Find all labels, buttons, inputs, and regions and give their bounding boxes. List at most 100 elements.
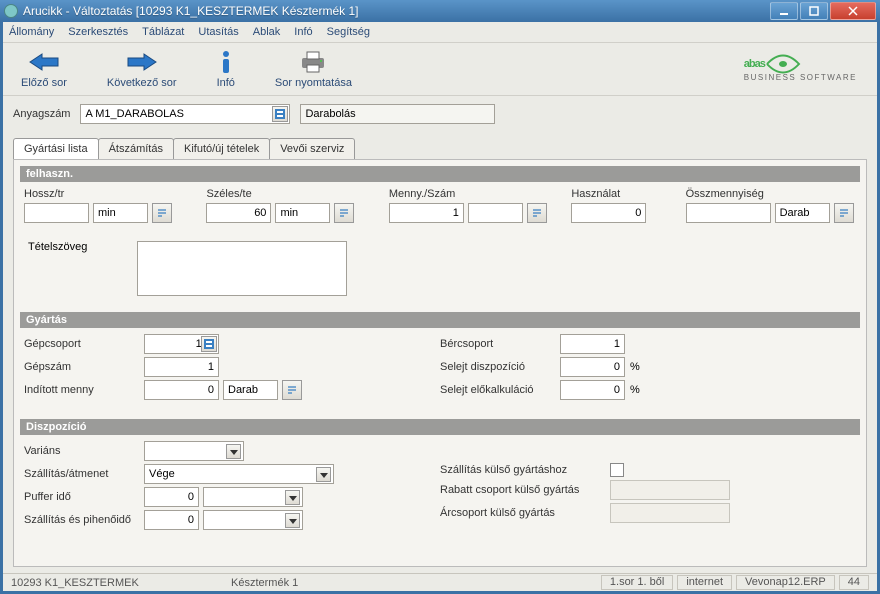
menu-allomany[interactable]: Állomány [9, 26, 54, 38]
pct-label-1: % [630, 361, 640, 373]
menu-szerkesztes[interactable]: Szerkesztés [68, 26, 128, 38]
printer-icon [300, 49, 326, 75]
szeles-unit-input[interactable] [275, 203, 330, 223]
info-icon [218, 49, 234, 75]
app-icon [4, 4, 18, 18]
inditott-input[interactable] [144, 380, 219, 400]
szeles-unit-picker-icon[interactable] [334, 203, 354, 223]
felhaszn-section-head: felhaszn. [20, 166, 860, 182]
hasznalat-label: Használat [571, 188, 673, 200]
print-row-label: Sor nyomtatása [275, 77, 352, 89]
status-num: 44 [839, 575, 869, 590]
chevron-down-icon [226, 444, 241, 459]
puffer-unit-dropdown[interactable] [203, 487, 303, 507]
chevron-down-icon [285, 490, 300, 505]
status-item-id: 10293 K1_KESZTERMEK [11, 577, 211, 589]
tetelszoveg-textarea[interactable] [137, 241, 347, 296]
brand-logo: abas BUSINESS SOFTWARE [734, 49, 867, 84]
chevron-down-icon [316, 467, 331, 482]
info-label: Infó [217, 77, 235, 89]
varians-label: Variáns [24, 445, 144, 457]
material-number-label: Anyagszám [13, 108, 70, 120]
titlebar: Arucikk - Változtatás [10293 K1_KESZTERM… [0, 0, 880, 22]
prev-row-label: Előző sor [21, 77, 67, 89]
chevron-down-icon [285, 513, 300, 528]
hossz-input[interactable] [24, 203, 89, 223]
minimize-button[interactable] [770, 2, 798, 20]
menny-label: Menny./Szám [389, 188, 559, 200]
szeles-label: Széles/te [206, 188, 376, 200]
kulso-gyart-label: Szállítás külső gyártáshoz [440, 464, 610, 476]
material-number-lookup-icon[interactable] [272, 106, 288, 122]
arrow-right-icon [126, 49, 158, 75]
bercsoport-input[interactable] [560, 334, 625, 354]
tab-atszamitas[interactable]: Átszámítás [98, 138, 174, 159]
tab-vevoi-szerviz[interactable]: Vevői szerviz [269, 138, 355, 159]
bercsoport-label: Bércsoport [440, 338, 560, 350]
puffer-label: Puffer idő [24, 491, 144, 503]
szallitas-dropdown[interactable]: Vége [144, 464, 334, 484]
status-user: Vevonap12.ERP [736, 575, 835, 590]
close-button[interactable] [830, 2, 876, 20]
pihen-unit-dropdown[interactable] [203, 510, 303, 530]
material-desc-input [300, 104, 495, 124]
arcsoport-readonly-field [610, 503, 730, 523]
ossz-unit-input[interactable] [775, 203, 830, 223]
next-row-button[interactable]: Következő sor [99, 49, 185, 89]
hasznalat-input[interactable] [571, 203, 646, 223]
tetelszoveg-label: Tételszöveg [28, 241, 87, 253]
print-row-button[interactable]: Sor nyomtatása [267, 49, 360, 89]
inditott-label: Indított menny [24, 384, 144, 396]
toolbar: Előző sor Következő sor Infó Sor nyomtat… [3, 43, 877, 96]
next-row-label: Következő sor [107, 77, 177, 89]
menubar: Állomány Szerkesztés Táblázat Utasítás A… [3, 22, 877, 43]
gepszam-label: Gépszám [24, 361, 144, 373]
selejt-elok-label: Selejt előkalkuláció [440, 384, 560, 396]
diszpozicio-section-head: Diszpozíció [20, 419, 860, 435]
window-title: Arucikk - Változtatás [10293 K1_KESZTERM… [23, 4, 770, 18]
ossz-label: Összmennyiség [686, 188, 856, 200]
menu-tablazat[interactable]: Táblázat [142, 26, 184, 38]
selejt-disp-input[interactable] [560, 357, 625, 377]
menu-segitseg[interactable]: Segítség [327, 26, 370, 38]
inditott-unit-picker-icon[interactable] [282, 380, 302, 400]
gepcsoport-label: Gépcsoport [24, 338, 144, 350]
material-number-input[interactable] [80, 104, 290, 124]
puffer-input[interactable] [144, 487, 199, 507]
menny-unit-picker-icon[interactable] [527, 203, 547, 223]
status-cursor: 1.sor 1. ből [601, 575, 673, 590]
rabatt-label: Rabatt csoport külső gyártás [440, 484, 610, 496]
hossz-unit-input[interactable] [93, 203, 148, 223]
menny-input[interactable] [389, 203, 464, 223]
szeles-input[interactable] [206, 203, 271, 223]
gepcsoport-lookup-icon[interactable] [201, 336, 217, 352]
ossz-input[interactable] [686, 203, 771, 223]
pihen-input[interactable] [144, 510, 199, 530]
pihen-label: Szállítás és pihenőidő [24, 514, 144, 526]
arrow-left-icon [28, 49, 60, 75]
menu-utasitas[interactable]: Utasítás [198, 26, 238, 38]
logo-subtitle: BUSINESS SOFTWARE [744, 73, 857, 82]
rabatt-readonly-field [610, 480, 730, 500]
logo-text: abas [744, 58, 765, 70]
menu-ablak[interactable]: Ablak [253, 26, 281, 38]
gyartas-section-head: Gyártás [20, 312, 860, 328]
menny-unit-input[interactable] [468, 203, 523, 223]
menu-info[interactable]: Infó [294, 26, 312, 38]
status-item-name: Késztermék 1 [231, 577, 298, 589]
ossz-unit-picker-icon[interactable] [834, 203, 854, 223]
varians-dropdown[interactable] [144, 441, 244, 461]
tab-gyartasi-lista[interactable]: Gyártási lista [13, 138, 99, 159]
tab-kifuto[interactable]: Kifutó/új tételek [173, 138, 270, 159]
statusbar: 10293 K1_KESZTERMEK Késztermék 1 1.sor 1… [3, 573, 877, 591]
inditott-unit-input[interactable] [223, 380, 278, 400]
maximize-button[interactable] [800, 2, 828, 20]
hossz-unit-picker-icon[interactable] [152, 203, 172, 223]
info-button[interactable]: Infó [209, 49, 243, 89]
prev-row-button[interactable]: Előző sor [13, 49, 75, 89]
kulso-gyart-checkbox[interactable] [610, 463, 624, 477]
arcsoport-label: Árcsoport külső gyártás [440, 507, 610, 519]
selejt-elok-input[interactable] [560, 380, 625, 400]
gepszam-input[interactable] [144, 357, 219, 377]
hossz-label: Hossz/tr [24, 188, 194, 200]
